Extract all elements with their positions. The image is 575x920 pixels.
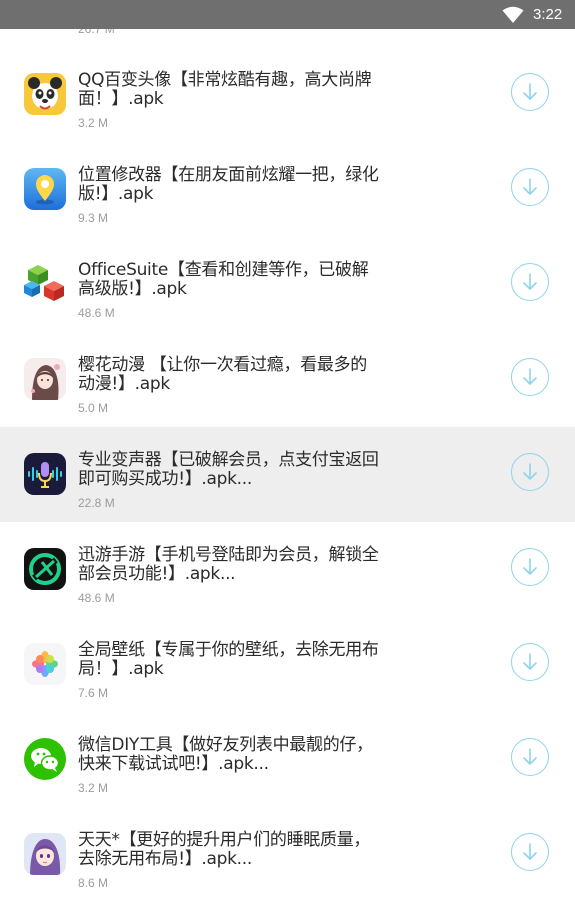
- app-title: 全局壁纸【专属于你的壁纸，去除无用布局！】.apk: [78, 640, 379, 679]
- list-item[interactable]: 樱花动漫 【让你一次看过瘾，看最多的动漫!】.apk 5.0 M: [0, 332, 575, 427]
- list-item[interactable]: 全局壁纸【专属于你的壁纸，去除无用布局！】.apk 7.6 M: [0, 617, 575, 712]
- download-button[interactable]: [511, 548, 549, 586]
- download-arrow-icon: [523, 273, 537, 290]
- app-size: 48.6 M: [78, 306, 115, 320]
- anime-girl-icon: [24, 358, 66, 400]
- location-pin-icon: [24, 168, 66, 210]
- list-item[interactable]: QQ百变头像【非常炫酷有趣，高大尚牌面！】.apk 3.2 M: [0, 47, 575, 142]
- download-arrow-icon: [523, 748, 537, 765]
- download-button[interactable]: [511, 738, 549, 776]
- app-size: 5.0 M: [78, 401, 109, 415]
- app-size: 22.8 M: [78, 496, 115, 510]
- app-size: 3.2 M: [78, 781, 109, 795]
- download-button[interactable]: [511, 263, 549, 301]
- panda-icon: [24, 73, 66, 115]
- list-item[interactable]: OfficeSuite【查看和创建等作，已破解高级版!】.apk 48.6 M: [0, 237, 575, 332]
- list-item[interactable]: 迅游手游【手机号登陆即为会员，解锁全部会员功能!】.apk... 48.6 M: [0, 522, 575, 617]
- wechat-icon: [24, 738, 66, 780]
- download-arrow-icon: [523, 178, 537, 195]
- download-arrow-icon: [523, 653, 537, 670]
- download-button[interactable]: [511, 168, 549, 206]
- app-size: 3.2 M: [78, 116, 109, 130]
- download-arrow-icon: [523, 83, 537, 100]
- download-arrow-icon: [523, 368, 537, 385]
- download-button[interactable]: [511, 833, 549, 871]
- cubes-icon: [24, 263, 66, 305]
- app-title: 专业变声器【已破解会员，点支付宝返回即可购买成功!】.apk...: [78, 450, 379, 489]
- status-time: 3:22: [533, 6, 563, 23]
- download-button[interactable]: [511, 73, 549, 111]
- wifi-icon: [502, 6, 524, 24]
- microphone-icon: [24, 453, 66, 495]
- download-arrow-icon: [523, 843, 537, 860]
- list-item-highlighted[interactable]: 专业变声器【已破解会员，点支付宝返回即可购买成功!】.apk... 22.8 M: [0, 427, 575, 522]
- anime-avatar-icon: [24, 833, 66, 875]
- list-item[interactable]: 天天*【更好的提升用户们的睡眠质量，去除无用布局!】.apk... 8.6 M: [0, 807, 575, 902]
- app-title: 微信DIY工具【做好友列表中最靓的仔，快来下载试试吧!】.apk...: [78, 735, 373, 774]
- app-title: 樱花动漫 【让你一次看过瘾，看最多的动漫!】.apk: [78, 355, 368, 394]
- download-button[interactable]: [511, 358, 549, 396]
- app-title: QQ百变头像【非常炫酷有趣，高大尚牌面！】.apk: [78, 70, 372, 109]
- app-title: 位置修改器【在朋友面前炫耀一把，绿化版!】.apk: [78, 165, 379, 204]
- app-title: OfficeSuite【查看和创建等作，已破解高级版!】.apk: [78, 260, 369, 299]
- status-bar: 3:22: [0, 0, 575, 29]
- app-size: 48.6 M: [78, 591, 115, 605]
- download-arrow-icon: [523, 558, 537, 575]
- app-size: 8.6 M: [78, 876, 109, 890]
- list-item[interactable]: 微信DIY工具【做好友列表中最靓的仔，快来下载试试吧!】.apk... 3.2 …: [0, 712, 575, 807]
- app-title: 天天*【更好的提升用户们的睡眠质量，去除无用布局!】.apk...: [78, 830, 371, 869]
- xunyou-logo-icon: [24, 548, 66, 590]
- app-title: 迅游手游【手机号登陆即为会员，解锁全部会员功能!】.apk...: [78, 545, 379, 584]
- app-size: 7.6 M: [78, 686, 109, 700]
- download-button[interactable]: [511, 643, 549, 681]
- download-list: QQ百变头像【非常炫酷有趣，高大尚牌面！】.apk 3.2 M 位置修改器【在朋…: [0, 47, 575, 902]
- list-item[interactable]: 位置修改器【在朋友面前炫耀一把，绿化版!】.apk 9.3 M: [0, 142, 575, 237]
- app-size: 9.3 M: [78, 211, 109, 225]
- download-arrow-icon: [523, 463, 537, 480]
- download-button[interactable]: [511, 453, 549, 491]
- flower-icon: [24, 643, 66, 685]
